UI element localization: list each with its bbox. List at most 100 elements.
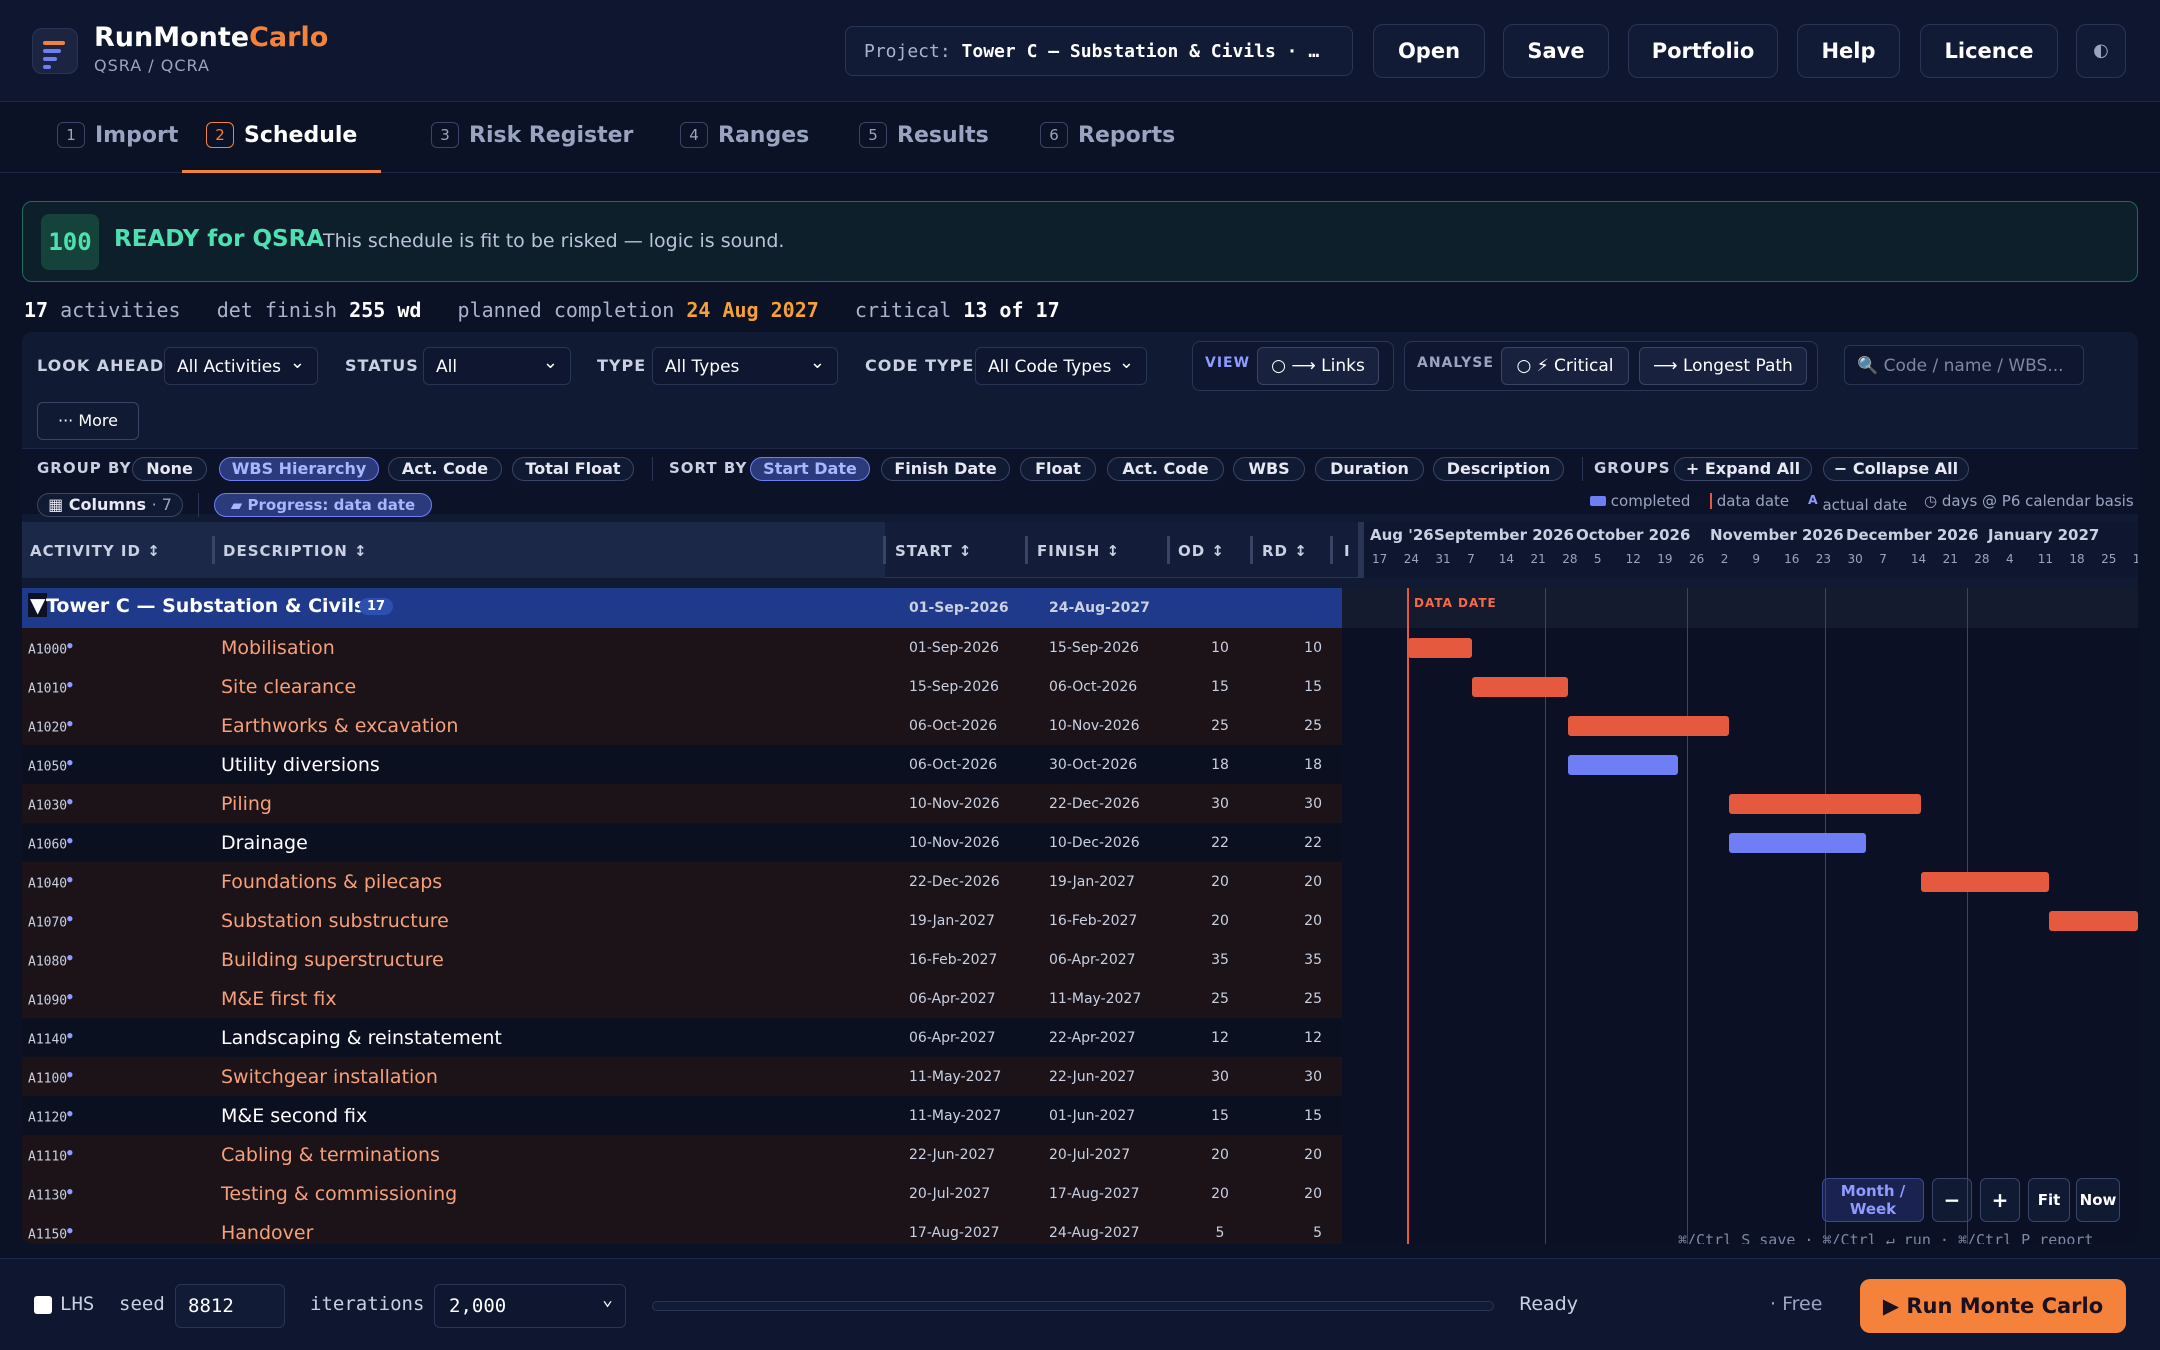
col-finish[interactable]: FINISH ↕ xyxy=(1037,542,1120,560)
code-type-select[interactable]: All Code Types xyxy=(975,347,1147,385)
activity-bar[interactable] xyxy=(1568,755,1679,775)
lhs-checkbox[interactable] xyxy=(34,1296,52,1314)
collapse-all-button[interactable]: − Collapse All xyxy=(1823,457,1969,481)
open-button[interactable]: Open xyxy=(1373,24,1485,78)
sort-float-pill[interactable]: Float xyxy=(1020,457,1096,481)
tab-risk-register[interactable]: 3 Risk Register xyxy=(431,103,633,173)
col-od[interactable]: OD ↕ xyxy=(1178,542,1225,560)
sort-finish-date-pill[interactable]: Finish Date xyxy=(881,457,1010,481)
plan-badge: · Free xyxy=(1770,1293,1823,1315)
type-select[interactable]: All Types xyxy=(652,347,838,385)
tab-ranges[interactable]: 4 Ranges xyxy=(680,103,809,173)
activity-row[interactable]: A1120● M&E second fix 11-May-2027 01-Jun-20… xyxy=(22,1096,1342,1135)
licence-button[interactable]: Licence xyxy=(1920,24,2058,78)
activity-start: 06-Oct-2026 xyxy=(909,718,998,734)
sort-duration-pill[interactable]: Duration xyxy=(1315,457,1424,481)
zoom-now-button[interactable]: Now xyxy=(2076,1178,2120,1222)
activity-description: Building superstructure xyxy=(221,949,444,971)
links-toggle[interactable]: ○ ⟶ Links xyxy=(1257,347,1379,385)
group-wbs-pill[interactable]: WBS Hierarchy xyxy=(219,457,379,481)
activity-bar[interactable] xyxy=(1472,677,1569,697)
col-resizer[interactable] xyxy=(1330,536,1333,564)
col-resizer[interactable] xyxy=(883,536,886,564)
activity-row[interactable]: A1110● Cabling & terminations 22-Jun-2027 2… xyxy=(22,1135,1342,1174)
activity-bar[interactable] xyxy=(1728,794,1921,814)
tab-results[interactable]: 5 Results xyxy=(859,103,989,173)
group-total-float-pill[interactable]: Total Float xyxy=(512,457,634,481)
look-ahead-select[interactable]: All Activities xyxy=(164,347,318,385)
longest-path-button[interactable]: ⟶ Longest Path xyxy=(1639,347,1807,385)
col-description[interactable]: DESCRIPTION ↕ xyxy=(223,542,368,560)
sort-wbs-pill[interactable]: WBS xyxy=(1233,457,1305,481)
activity-id: A1000● xyxy=(28,641,73,658)
tab-reports[interactable]: 6 Reports xyxy=(1040,103,1175,173)
timeline-week: 31 xyxy=(1435,552,1451,566)
group-act-code-pill[interactable]: Act. Code xyxy=(388,457,502,481)
activity-row[interactable]: A1000● Mobilisation 01-Sep-2026 15-Sep-2026… xyxy=(22,628,1342,667)
col-resizer[interactable] xyxy=(212,536,215,564)
col-start[interactable]: START ↕ xyxy=(895,542,972,560)
theme-toggle-icon[interactable]: ◐ xyxy=(2076,24,2126,78)
col-activity-id[interactable]: ACTIVITY ID ↕ xyxy=(30,542,161,560)
col-resizer[interactable] xyxy=(1025,536,1028,564)
col-resizer[interactable] xyxy=(1167,536,1170,564)
save-button[interactable]: Save xyxy=(1503,24,1609,78)
activity-row[interactable]: A1040● Foundations & pilecaps 22-Dec-2026 1… xyxy=(22,862,1342,901)
activity-description: Substation substructure xyxy=(221,910,449,932)
col-resizer[interactable] xyxy=(1250,536,1253,564)
project-selector[interactable]: Project: Tower C — Substation & Civils ·… xyxy=(845,26,1353,76)
activity-row[interactable]: A1020● Earthworks & excavation 06-Oct-2026… xyxy=(22,706,1342,745)
activity-row[interactable]: A1150● Handover 17-Aug-2027 24-Aug-2027 5 5 xyxy=(22,1213,1342,1244)
tab-schedule[interactable]: 2 Schedule xyxy=(182,103,382,173)
tab-import[interactable]: 1 Import xyxy=(57,103,178,173)
zoom-mode-button[interactable]: Month / Week xyxy=(1822,1178,1924,1222)
gantt-chart[interactable]: DATA DATE Month / Week − + Fit Now xyxy=(1342,588,2138,1244)
col-rd[interactable]: RD ↕ xyxy=(1262,542,1308,560)
zoom-in-button[interactable]: + xyxy=(1980,1178,2020,1222)
status-select[interactable]: All xyxy=(423,347,571,385)
activity-finish: 17-Aug-2027 xyxy=(1049,1186,1140,1202)
wbs-group-row[interactable]: ▼ Tower C — Substation & Civils 17 01-Se… xyxy=(22,588,1342,628)
activity-start: 22-Dec-2026 xyxy=(909,874,1000,890)
activity-row[interactable]: A1030● Piling 10-Nov-2026 22-Dec-2026 30 30 xyxy=(22,784,1342,823)
sort-description-pill[interactable]: Description xyxy=(1433,457,1564,481)
progress-data-date-button[interactable]: ▰ Progress: data date xyxy=(214,493,432,517)
seed-input[interactable]: 8812 xyxy=(175,1284,285,1328)
activity-row[interactable]: A1010● Site clearance 15-Sep-2026 06-Oct-20… xyxy=(22,667,1342,706)
iterations-select[interactable]: 2,000 xyxy=(434,1284,626,1328)
columns-button[interactable]: ▦ Columns · 7 xyxy=(37,493,183,517)
view-group: VIEW ○ ⟶ Links xyxy=(1192,341,1394,391)
activity-bar[interactable] xyxy=(1408,638,1473,658)
zoom-fit-button[interactable]: Fit xyxy=(2028,1178,2070,1222)
portfolio-button[interactable]: Portfolio xyxy=(1628,24,1778,78)
run-monte-carlo-button[interactable]: ▶ Run Monte Carlo xyxy=(1860,1279,2126,1333)
activity-bar[interactable] xyxy=(1728,833,1866,853)
activity-search-input[interactable]: 🔍 Code / name / WBS... xyxy=(1844,345,2084,385)
activity-row[interactable]: A1130● Testing & commissioning 20-Jul-2027… xyxy=(22,1174,1342,1213)
activity-bar[interactable] xyxy=(1920,872,2050,892)
activity-bar[interactable] xyxy=(1568,716,1729,736)
sort-act-code-pill[interactable]: Act. Code xyxy=(1107,457,1224,481)
activity-od: 35 xyxy=(1211,952,1229,968)
activity-row[interactable]: A1140● Landscaping & reinstatement 06-Apr-… xyxy=(22,1018,1342,1057)
group-toggle-icon[interactable]: ▼ xyxy=(28,593,48,617)
activity-row[interactable]: A1090● M&E first fix 06-Apr-2027 11-May-202… xyxy=(22,979,1342,1018)
help-button[interactable]: Help xyxy=(1797,24,1900,78)
sort-start-date-pill[interactable]: Start Date xyxy=(750,457,870,481)
data-date-line xyxy=(1407,588,1409,1244)
activity-row[interactable]: A1080● Building superstructure 16-Feb-2027… xyxy=(22,940,1342,979)
expand-all-button[interactable]: + Expand All xyxy=(1674,457,1812,481)
activity-description: Piling xyxy=(221,793,272,815)
activity-row[interactable]: A1070● Substation substructure 19-Jan-2027… xyxy=(22,901,1342,940)
critical-toggle[interactable]: ○ ⚡ Critical xyxy=(1501,347,1629,385)
more-filters-button[interactable]: ··· More xyxy=(37,402,139,440)
activity-row[interactable]: A1100● Switchgear installation 11-May-2027… xyxy=(22,1057,1342,1096)
group-none-pill[interactable]: None xyxy=(132,457,207,481)
divider xyxy=(652,457,653,481)
activity-row[interactable]: A1050● Utility diversions 06-Oct-2026 30-Oc… xyxy=(22,745,1342,784)
readiness-message: This schedule is fit to be risked — logi… xyxy=(323,230,785,252)
activity-bar[interactable] xyxy=(2049,911,2138,931)
col-more[interactable]: I xyxy=(1344,542,1351,560)
activity-row[interactable]: A1060● Drainage 10-Nov-2026 10-Dec-2026 22 22 xyxy=(22,823,1342,862)
activity-rd: 20 xyxy=(1304,874,1322,890)
